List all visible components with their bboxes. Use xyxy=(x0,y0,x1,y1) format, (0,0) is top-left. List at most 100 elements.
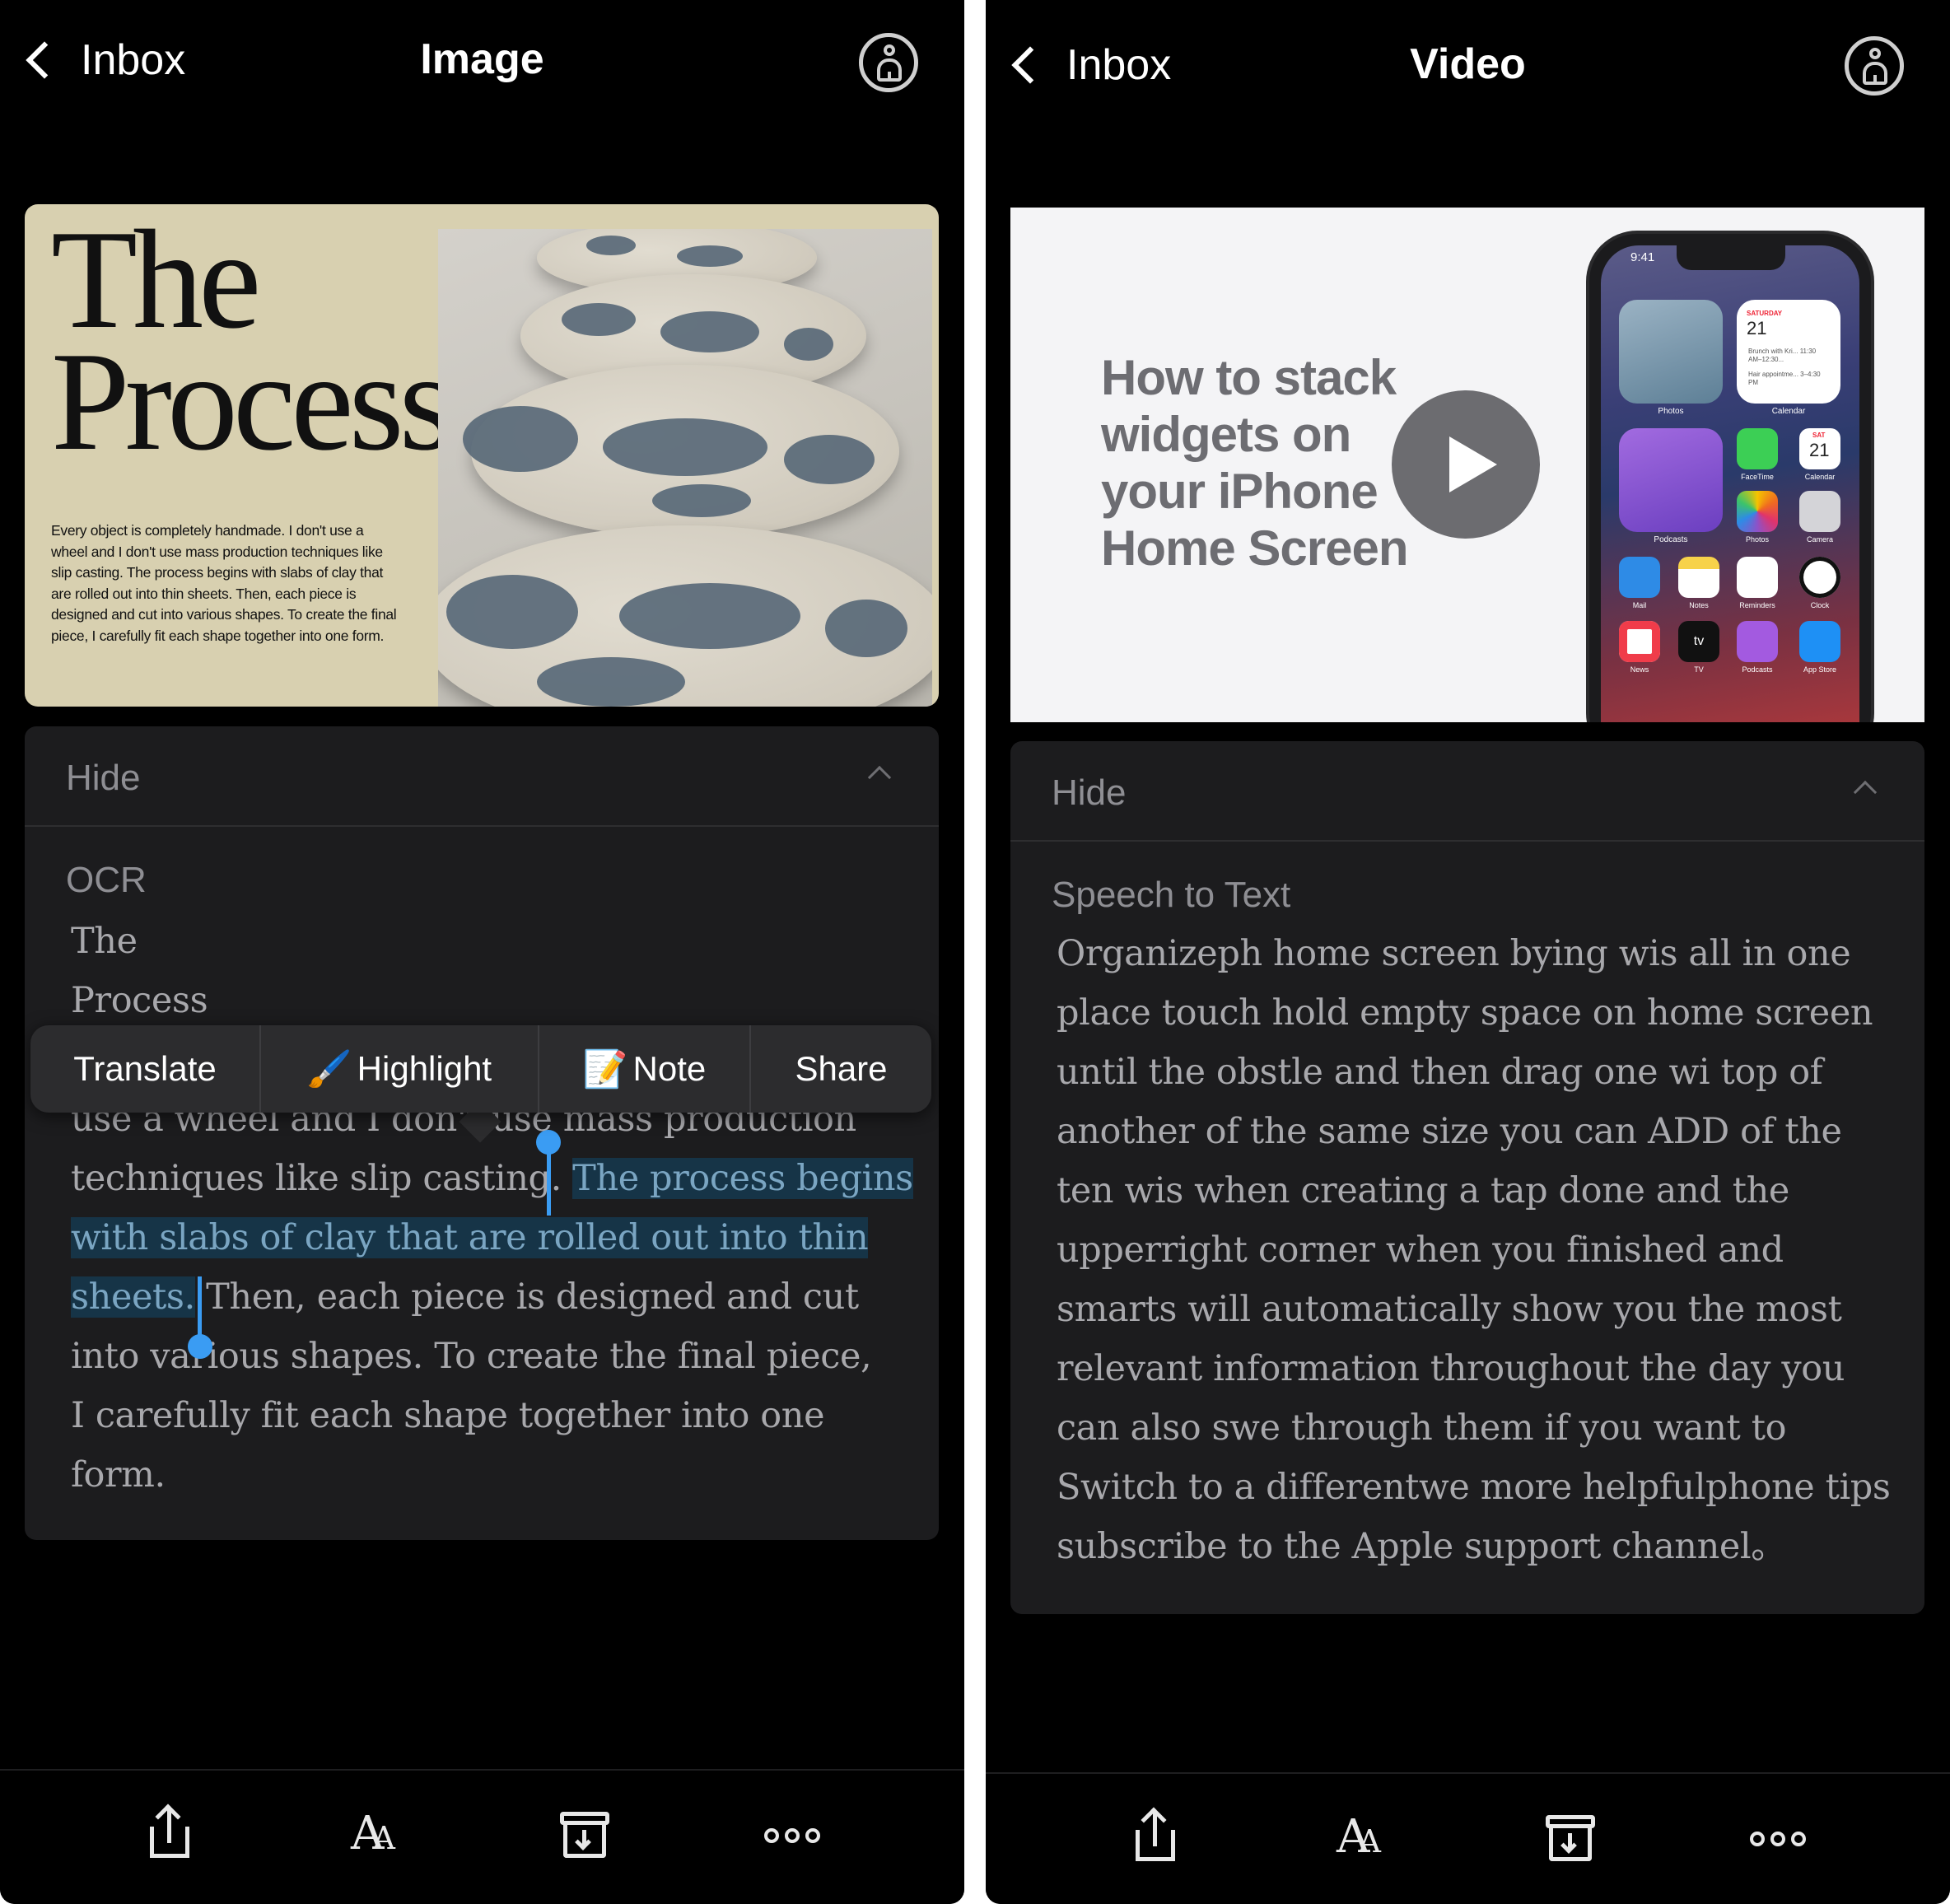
reminders-icon xyxy=(1737,557,1778,598)
bottom-toolbar: AA xyxy=(0,1769,964,1904)
chevron-up-icon xyxy=(1853,780,1878,805)
transcript-line[interactable]: relevant information throughout the day … xyxy=(1057,1339,1905,1398)
status-time: 9:41 xyxy=(1630,250,1655,264)
ocr-line[interactable]: with slabs of clay that are rolled out i… xyxy=(71,1208,919,1267)
calendar-event: Brunch with Kri... 11:30 AM–12:30... xyxy=(1748,348,1817,363)
photos-widget xyxy=(1619,300,1723,404)
camera-icon xyxy=(1799,491,1840,532)
selected-text[interactable]: with slabs of clay that are rolled out i… xyxy=(71,1217,869,1258)
archive-icon[interactable] xyxy=(553,1804,616,1866)
bottom-toolbar: AA xyxy=(986,1772,1950,1904)
share-label: Share xyxy=(795,1049,888,1088)
speech-to-text-card: Hide Speech to Text Organizeph home scre… xyxy=(1010,741,1924,1614)
archive-icon[interactable] xyxy=(1539,1807,1602,1869)
transcript-line[interactable]: another of the same size you can ADD of … xyxy=(1057,1102,1905,1161)
iphone-mockup: 9:41 Photos SATURDAY 21 Brunch with Kri.… xyxy=(1589,234,1871,722)
page-title: Image xyxy=(420,35,544,83)
calendar-widget-label: Calendar xyxy=(1771,407,1806,416)
transcript-line[interactable]: can also swe through them if you want to xyxy=(1057,1398,1905,1458)
ocr-line[interactable]: form. xyxy=(71,1445,919,1505)
ocr-text-segment: techniques like slip casting. xyxy=(71,1158,573,1199)
app-label: Clock xyxy=(1810,601,1830,609)
transcript-line[interactable]: Organizeph home screen bying wis all in … xyxy=(1057,924,1905,983)
paintbrush-icon: 🖌️ xyxy=(306,1049,352,1090)
app-label: Notes xyxy=(1689,601,1709,609)
speech-to-text-label: Speech to Text xyxy=(1052,875,1291,915)
note-label: Note xyxy=(632,1049,707,1088)
selection-end-caret xyxy=(198,1276,202,1341)
mini-calendar-day: 21 xyxy=(1809,440,1830,460)
more-icon[interactable] xyxy=(761,1804,823,1866)
ocr-line[interactable]: The xyxy=(71,912,919,971)
calendar-weekday: SATURDAY xyxy=(1747,310,1783,317)
share-icon[interactable] xyxy=(138,1804,201,1866)
highlight-button[interactable]: 🖌️ Highlight xyxy=(261,1025,539,1113)
highlight-label: Highlight xyxy=(357,1049,492,1088)
ocr-text-segment: Then, each piece is designed and cut xyxy=(194,1276,859,1318)
podcasts-widget xyxy=(1619,428,1723,532)
image-screen: Inbox Image The Process Every object is … xyxy=(0,0,964,1904)
transcript-line[interactable]: smarts will automatically show you the m… xyxy=(1057,1280,1905,1339)
app-label: Photos xyxy=(1745,535,1770,544)
note-button[interactable]: 📝 Note xyxy=(539,1025,751,1113)
attached-image[interactable]: The Process Every object is completely h… xyxy=(25,204,939,707)
nav-bar: Inbox Video xyxy=(986,0,1950,124)
hide-toggle[interactable]: Hide xyxy=(1010,741,1924,842)
nav-bar: Inbox Image xyxy=(0,0,964,124)
transcript-line[interactable]: subscribe to the Apple support channel。 xyxy=(1057,1517,1905,1576)
hide-label: Hide xyxy=(66,758,141,798)
calendar-event: Hair appointme... 3–4:30 PM xyxy=(1748,371,1821,386)
tv-icon: tv xyxy=(1678,621,1719,662)
accessibility-icon[interactable] xyxy=(859,33,918,92)
photos-widget-label: Photos xyxy=(1658,407,1684,416)
transcript-line[interactable]: ten wis when creating a tap done and the xyxy=(1057,1161,1905,1220)
page-title: Video xyxy=(1410,40,1526,88)
news-icon xyxy=(1619,621,1660,662)
ocr-text[interactable]: The Process use a wheel and I don't use … xyxy=(71,912,919,1505)
image-headline-line2: Process xyxy=(51,324,454,480)
hide-toggle[interactable]: Hide xyxy=(25,726,939,827)
transcript-text[interactable]: Organizeph home screen bying wis all in … xyxy=(1057,924,1905,1576)
memo-icon: 📝 xyxy=(582,1049,628,1090)
selection-end-handle[interactable] xyxy=(188,1334,212,1359)
chevron-up-icon xyxy=(867,765,892,790)
transcript-line[interactable]: upperright corner when you finished and xyxy=(1057,1220,1905,1280)
ocr-line[interactable]: I carefully fit each shape together into… xyxy=(71,1386,919,1445)
app-label: Reminders xyxy=(1739,601,1775,609)
transcript-line[interactable]: place touch hold empty space on home scr… xyxy=(1057,983,1905,1043)
podcasts-widget-label: Podcasts xyxy=(1654,535,1688,544)
tv-glyph: tv xyxy=(1693,634,1705,648)
ocr-line[interactable]: Process xyxy=(71,971,919,1030)
photos-app-icon xyxy=(1737,491,1778,532)
play-button[interactable] xyxy=(1392,390,1540,539)
podcasts-app-icon xyxy=(1737,621,1778,662)
selected-text[interactable]: sheets. xyxy=(71,1276,195,1318)
text-format-icon[interactable]: AA xyxy=(1332,1807,1394,1869)
video-screen: Inbox Video How to stack widgets on your… xyxy=(986,0,1950,1904)
video-thumbnail[interactable]: How to stack widgets on your iPhone Home… xyxy=(1010,208,1924,722)
ocr-line[interactable]: techniques like slip casting. The proces… xyxy=(71,1149,919,1208)
iphone-home-screen: 9:41 Photos SATURDAY 21 Brunch with Kri.… xyxy=(1601,245,1859,722)
app-label: News xyxy=(1630,665,1649,674)
app-label: Camera xyxy=(1806,535,1833,544)
calendar-day: 21 xyxy=(1747,318,1767,338)
app-label: TV xyxy=(1694,665,1704,674)
transcript-line[interactable]: Switch to a differentwe more helpfulphon… xyxy=(1057,1458,1905,1517)
app-label: Podcasts xyxy=(1742,665,1773,674)
image-headline-line1: The xyxy=(51,204,261,358)
app-label: App Store xyxy=(1803,665,1837,674)
share-button[interactable]: Share xyxy=(751,1025,931,1113)
text-format-icon[interactable]: AA xyxy=(346,1804,408,1866)
more-icon[interactable] xyxy=(1747,1807,1809,1869)
clock-icon xyxy=(1799,557,1840,598)
selection-start-caret xyxy=(547,1146,551,1216)
image-headline: The Process xyxy=(51,204,454,480)
image-body-text: Every object is completely handmade. I d… xyxy=(51,522,397,644)
app-label: Mail xyxy=(1632,601,1647,609)
selected-text[interactable]: The process begins xyxy=(572,1158,913,1199)
share-icon[interactable] xyxy=(1124,1807,1187,1869)
translate-button[interactable]: Translate xyxy=(30,1025,261,1113)
transcript-line[interactable]: until the obstle and then drag one wi to… xyxy=(1057,1043,1905,1102)
accessibility-icon[interactable] xyxy=(1845,36,1904,96)
translate-label: Translate xyxy=(73,1049,217,1088)
